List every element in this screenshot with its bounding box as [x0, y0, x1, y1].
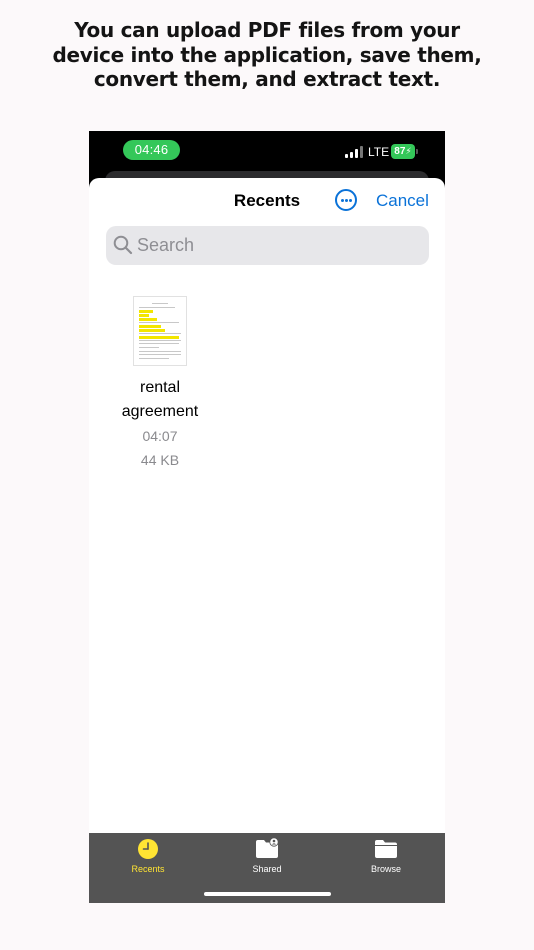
network-type: LTE [368, 145, 390, 159]
document-picker-sheet: Recents Cancel Search rental agreement 0… [89, 178, 445, 903]
clock-icon [138, 839, 158, 859]
tab-recents[interactable]: Recents [89, 838, 207, 878]
battery-level: 87 [394, 146, 406, 157]
nav-title: Recents [233, 191, 301, 210]
tab-shared[interactable]: Shared [208, 838, 326, 878]
search-input[interactable] [137, 226, 417, 265]
tab-shared-label: Shared [252, 864, 282, 874]
file-size: 44 KB [140, 452, 180, 468]
file-item[interactable]: rental agreement 04:07 44 KB [105, 296, 215, 472]
search-bar[interactable] [106, 226, 429, 265]
more-options-icon[interactable] [335, 189, 357, 211]
file-name: rental agreement [105, 376, 215, 424]
signal-icon [345, 146, 363, 158]
shared-folder-icon [256, 838, 279, 858]
file-time: 04:07 [142, 428, 178, 444]
headline: You can upload PDF files from your devic… [0, 18, 534, 92]
battery-icon: 87⚡ [391, 144, 415, 159]
headline-line-3: convert them, and extract text. [93, 67, 441, 91]
phone-screen: 04:46 LTE 87⚡ Recents Cancel Search rent… [89, 131, 445, 903]
pdf-thumbnail [133, 296, 187, 366]
file-name-line-1: rental [139, 379, 181, 396]
search-icon [113, 235, 133, 255]
status-time: 04:46 [123, 140, 180, 160]
tab-browse-label: Browse [370, 864, 401, 874]
folder-icon [375, 840, 397, 858]
tab-recents-label: Recents [131, 864, 165, 874]
headline-line-1: You can upload PDF files from your [74, 18, 460, 42]
file-name-line-2: agreement [121, 403, 199, 420]
battery-tip [416, 149, 418, 154]
tab-browse[interactable]: Browse [327, 838, 445, 878]
tab-bar: Recents Shared Browse [89, 833, 445, 903]
cancel-button[interactable]: Cancel [376, 190, 429, 212]
home-indicator[interactable] [204, 892, 331, 896]
headline-line-2: device into the application, save them, [52, 42, 482, 67]
